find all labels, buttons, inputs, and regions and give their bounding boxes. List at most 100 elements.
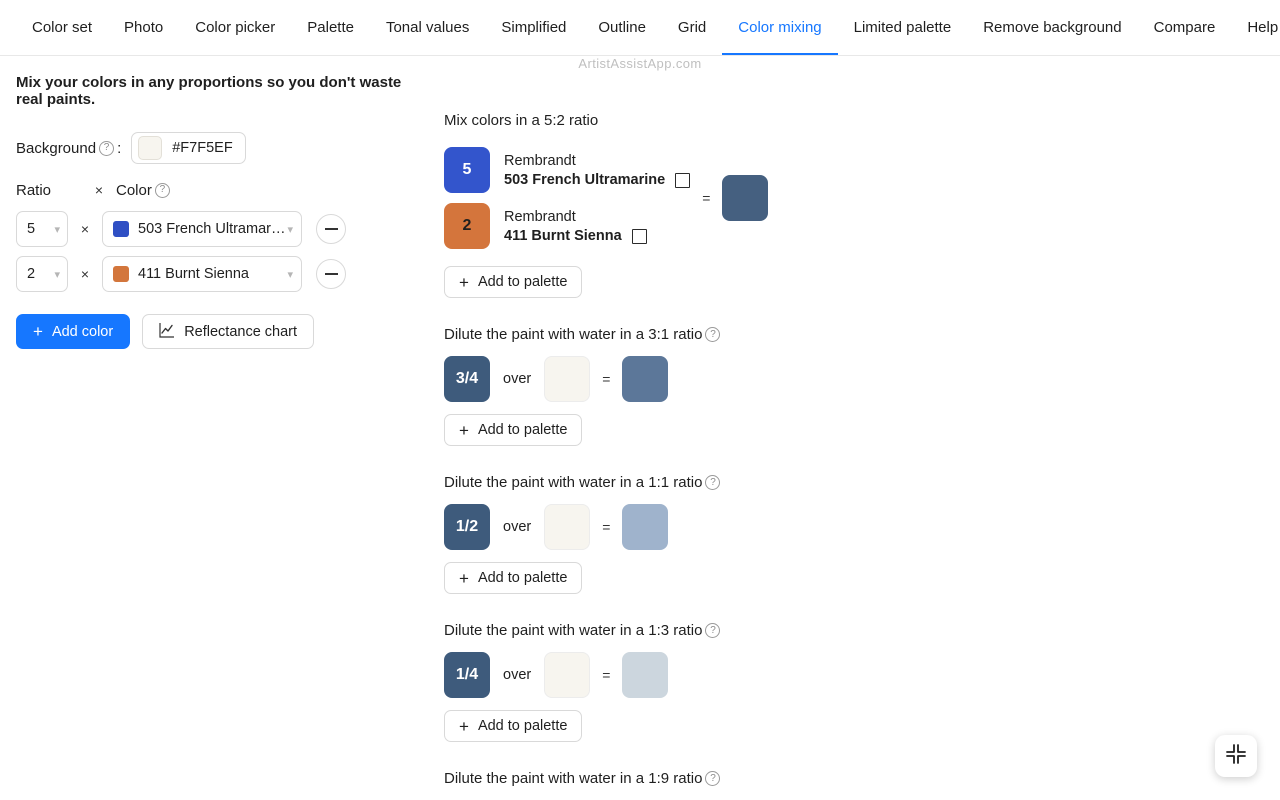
tab-simplified[interactable]: Simplified — [485, 0, 582, 55]
remove-color-button[interactable] — [316, 214, 346, 244]
ratio-select[interactable]: 2 ▾ — [16, 256, 68, 292]
tab-help[interactable]: Help — [1231, 0, 1280, 55]
tab-tonal-values[interactable]: Tonal values — [370, 0, 485, 55]
mix-item-list: 5 Rembrandt 503 French Ultramarine 2 Rembran… — [444, 142, 691, 254]
dilution-row: 3/4 over = — [444, 356, 964, 402]
ratio-column-header: Ratio — [16, 181, 52, 199]
dilution-result-swatch — [622, 504, 669, 550]
dilution-title-row: Dilute the paint with water in a 1:1 rat… — [444, 474, 964, 491]
times-column-header: × — [94, 182, 104, 198]
add-to-palette-label: Add to palette — [477, 274, 568, 290]
mix-amount-badge: 2 — [444, 203, 490, 249]
dilution-result-swatch — [622, 356, 669, 402]
dilution-equals-sign: = — [602, 667, 611, 683]
dilution-title-row: Dilute the paint with water in a 1:3 rat… — [444, 622, 964, 639]
add-to-palette-button[interactable]: + Add to palette — [444, 562, 583, 594]
add-to-palette-label: Add to palette — [477, 422, 568, 438]
mix-section-title: Mix colors in a 5:2 ratio — [444, 112, 599, 129]
chevron-down-icon: ▾ — [54, 268, 60, 281]
page-body: Mix your colors in any proportions so yo… — [0, 56, 1280, 800]
tab-color-set[interactable]: Color set — [16, 0, 108, 55]
tab-outline[interactable]: Outline — [582, 0, 662, 55]
dilution-title-row: Dilute the paint with water in a 3:1 rat… — [444, 326, 964, 343]
dilution-help-icon[interactable]: ? — [705, 623, 721, 638]
remove-color-button[interactable] — [316, 259, 346, 289]
mix-equals-sign: = — [702, 190, 711, 206]
color-row: 5 ▾ × 503 French Ultramarine ▾ — [16, 211, 426, 247]
background-color-value: #F7F5EF — [172, 140, 233, 156]
add-to-palette-button[interactable]: + Add to palette — [444, 266, 583, 298]
color-row: 2 ▾ × 411 Burnt Sienna ▾ — [16, 256, 426, 292]
paint-brand: Rembrandt — [504, 208, 576, 225]
dilution-help-icon[interactable]: ? — [705, 327, 721, 342]
dilution-help-icon[interactable]: ? — [705, 475, 721, 490]
over-label: over — [503, 371, 532, 387]
tab-compare[interactable]: Compare — [1138, 0, 1232, 55]
plus-icon: + — [459, 568, 469, 588]
color-swatch — [113, 221, 129, 237]
background-help-icon[interactable]: ? — [99, 140, 115, 156]
page-headline: Mix your colors in any proportions so yo… — [16, 74, 402, 108]
over-label: over — [503, 667, 532, 683]
dilution-title: Dilute the paint with water in a 3:1 rat… — [444, 326, 703, 343]
add-to-palette-label: Add to palette — [477, 718, 568, 734]
chevron-down-icon: ▾ — [287, 223, 293, 236]
dilution-section: Dilute the paint with water in a 1:3 rat… — [444, 622, 964, 742]
dilution-fraction-value: 1/2 — [455, 518, 479, 535]
color-swatch — [113, 266, 129, 282]
dilution-help-icon[interactable]: ? — [705, 771, 721, 786]
tab-color-mixing[interactable]: Color mixing — [722, 0, 837, 55]
plus-icon: + — [459, 272, 469, 292]
exit-fullscreen-button[interactable] — [1215, 735, 1257, 777]
paint-brand: Rembrandt — [504, 152, 576, 169]
chevron-down-icon: ▾ — [54, 223, 60, 236]
over-label: over — [503, 519, 532, 535]
dilution-fraction-badge: 1/4 — [444, 652, 490, 698]
paint-checkbox[interactable] — [631, 229, 647, 245]
color-select[interactable]: 411 Burnt Sienna ▾ — [102, 256, 302, 292]
tab-palette[interactable]: Palette — [291, 0, 370, 55]
ratio-value: 5 — [27, 221, 36, 237]
mixing-results-pane: Mix colors in a 5:2 ratio 5 Rembrandt 503 … — [444, 112, 964, 800]
add-color-label: Add color — [51, 323, 114, 340]
reflectance-chart-label: Reflectance chart — [184, 323, 298, 340]
action-buttons: + Add color Reflectance chart — [16, 314, 426, 349]
background-color-field[interactable]: #F7F5EF — [131, 132, 246, 164]
tab-color-picker[interactable]: Color picker — [179, 0, 291, 55]
tab-photo[interactable]: Photo — [108, 0, 179, 55]
tab-grid[interactable]: Grid — [662, 0, 722, 55]
dilution-equals-sign: = — [602, 519, 611, 535]
tab-limited-palette[interactable]: Limited palette — [838, 0, 968, 55]
add-to-palette-button[interactable]: + Add to palette — [444, 414, 583, 446]
color-row-list: 5 ▾ × 503 French Ultramarine ▾ 2 ▾ × 411 Burnt S… — [16, 211, 426, 292]
ratio-color-header: Ratio × Color ? — [16, 176, 426, 204]
times-symbol: × — [80, 221, 90, 237]
dilution-background-swatch — [544, 504, 591, 550]
dilution-section-list: Dilute the paint with water in a 3:1 rat… — [444, 326, 964, 800]
mix-result-swatch — [722, 175, 769, 221]
background-row: Background ? : #F7F5EF — [16, 132, 426, 164]
chevron-down-icon: ▾ — [287, 268, 293, 281]
times-symbol: × — [80, 266, 90, 282]
dilution-section: Dilute the paint with water in a 1:9 rat… — [444, 770, 964, 800]
color-select[interactable]: 503 French Ultramarine ▾ — [102, 211, 302, 247]
color-help-icon[interactable]: ? — [154, 182, 170, 198]
add-to-palette-label: Add to palette — [477, 570, 568, 586]
add-color-button[interactable]: + Add color — [16, 314, 131, 349]
paint-name: 503 French Ultramarine — [504, 172, 666, 188]
color-name: 503 French Ultramarine — [138, 221, 288, 237]
paint-info: Rembrandt 411 Burnt Sienna — [504, 206, 647, 246]
dilution-section: Dilute the paint with water in a 3:1 rat… — [444, 326, 964, 446]
paint-checkbox[interactable] — [675, 173, 691, 189]
background-color-swatch — [138, 136, 163, 160]
dilution-section: Dilute the paint with water in a 1:1 rat… — [444, 474, 964, 594]
tab-remove-background[interactable]: Remove background — [967, 0, 1137, 55]
plus-icon: + — [33, 322, 43, 341]
dilution-fraction-value: 1/4 — [455, 666, 479, 683]
ratio-select[interactable]: 5 ▾ — [16, 211, 68, 247]
dilution-row: 1/4 over = — [444, 652, 964, 698]
dilution-title-row: Dilute the paint with water in a 1:9 rat… — [444, 770, 964, 787]
reflectance-chart-button[interactable]: Reflectance chart — [142, 314, 315, 349]
add-to-palette-button[interactable]: + Add to palette — [444, 710, 583, 742]
plus-icon: + — [459, 420, 469, 440]
